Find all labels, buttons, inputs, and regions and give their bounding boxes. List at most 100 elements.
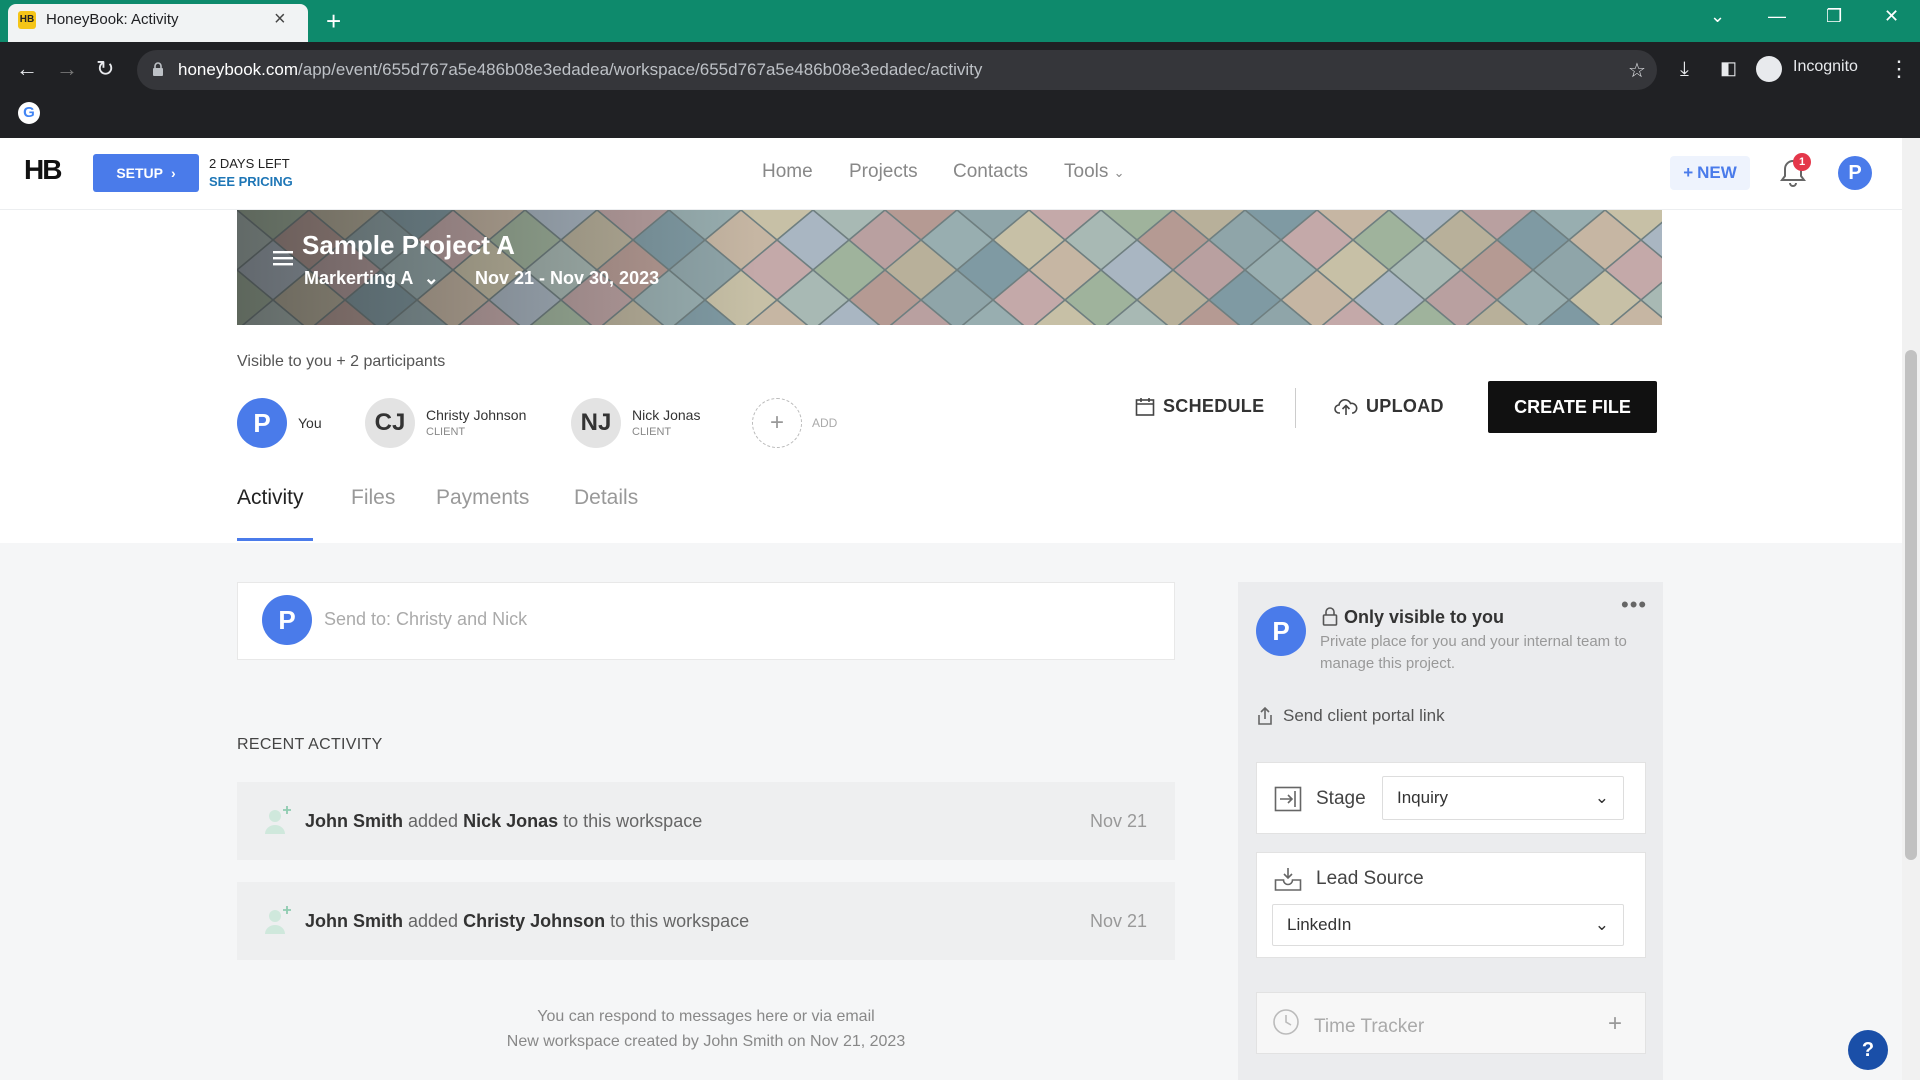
- upload-button[interactable]: UPLOAD: [1334, 396, 1444, 417]
- participant-role-nick: CLIENT: [632, 426, 672, 438]
- activity-text: John Smith added Nick Jonas to this work…: [305, 811, 702, 832]
- new-tab-icon[interactable]: +: [326, 6, 341, 37]
- activity-suffix: to this workspace: [610, 911, 750, 931]
- browser-menu-icon[interactable]: ⋮: [1888, 56, 1910, 82]
- restore-icon[interactable]: ❐: [1826, 6, 1842, 27]
- close-tab-icon[interactable]: ×: [274, 8, 286, 31]
- participant-name-christy: Christy Johnson: [426, 407, 527, 423]
- menu-icon[interactable]: [273, 250, 293, 266]
- clock-icon: [1272, 1008, 1300, 1036]
- close-window-icon[interactable]: ✕: [1884, 6, 1899, 27]
- see-pricing-link[interactable]: SEE PRICING: [209, 174, 293, 189]
- participant-name-you: You: [298, 415, 322, 431]
- chevron-down-icon: ⌄: [1113, 165, 1125, 180]
- forward-icon[interactable]: →: [56, 56, 78, 82]
- tab-files[interactable]: Files: [351, 486, 395, 510]
- back-icon[interactable]: ←: [16, 56, 38, 82]
- nav-tools[interactable]: Tools ⌄: [1064, 161, 1125, 183]
- workspace-created-note: New workspace created by John Smith on N…: [506, 1033, 906, 1050]
- minimize-icon[interactable]: —: [1768, 6, 1786, 27]
- project-category: Markerting A: [304, 268, 413, 288]
- schedule-label: SCHEDULE: [1163, 396, 1265, 416]
- activity-date: Nov 21: [1090, 811, 1148, 831]
- honeybook-favicon-icon: HB: [18, 11, 36, 29]
- chevron-down-icon: ⌄: [423, 268, 439, 288]
- more-options-icon[interactable]: •••: [1621, 592, 1647, 618]
- send-client-portal-link[interactable]: Send client portal link: [1283, 706, 1445, 726]
- tab-payments[interactable]: Payments: [436, 486, 529, 510]
- cloud-upload-icon: [1334, 397, 1358, 417]
- chevron-down-icon: ⌄: [1594, 788, 1609, 807]
- composer-placeholder[interactable]: Send to: Christy and Nick: [324, 609, 527, 630]
- create-file-button[interactable]: CREATE FILE: [1488, 381, 1657, 433]
- time-tracker-label: Time Tracker: [1314, 1016, 1425, 1037]
- inbox-download-icon: [1274, 866, 1302, 892]
- activity-verb: added: [408, 811, 459, 831]
- tab-details[interactable]: Details: [574, 486, 638, 510]
- setup-label: SETUP: [116, 165, 163, 181]
- add-user-icon: [263, 904, 293, 936]
- reload-icon[interactable]: ↻: [96, 56, 114, 82]
- tab-activity[interactable]: Activity: [237, 486, 304, 510]
- participant-avatar-you[interactable]: P: [237, 398, 287, 448]
- participant-avatar-christy[interactable]: CJ: [365, 398, 415, 448]
- stage-select[interactable]: Inquiry ⌄: [1382, 776, 1624, 820]
- download-icon[interactable]: ⤓: [1680, 58, 1689, 81]
- lead-source-select[interactable]: LinkedIn ⌄: [1272, 904, 1624, 946]
- activity-actor: John Smith: [305, 811, 403, 831]
- upload-label: UPLOAD: [1366, 396, 1444, 416]
- incognito-icon: [1756, 56, 1782, 82]
- nav-home[interactable]: Home: [762, 161, 813, 183]
- lead-source-label: Lead Source: [1316, 868, 1424, 889]
- stage-icon: [1274, 786, 1302, 812]
- scrollbar-thumb[interactable]: [1905, 350, 1917, 860]
- plus-icon: +: [1683, 163, 1694, 182]
- lead-source-value: LinkedIn: [1287, 915, 1352, 934]
- trial-days-left: 2 DAYS LEFT: [209, 156, 290, 171]
- lock-icon: [152, 62, 164, 77]
- user-avatar[interactable]: P: [1838, 156, 1872, 190]
- participant-name-nick: Nick Jonas: [632, 407, 701, 423]
- share-upload-icon: [1256, 706, 1274, 726]
- new-label: NEW: [1697, 163, 1737, 182]
- honeybook-logo[interactable]: HB: [24, 154, 62, 186]
- composer-avatar: P: [262, 595, 312, 645]
- bookmark-star-icon[interactable]: ☆: [1628, 58, 1646, 83]
- respond-note: You can respond to messages here or via …: [537, 1008, 875, 1025]
- calendar-icon: [1135, 397, 1155, 417]
- new-button[interactable]: + NEW: [1670, 156, 1750, 190]
- add-time-icon[interactable]: +: [1608, 1010, 1622, 1038]
- recent-activity-heading: RECENT ACTIVITY: [237, 736, 383, 753]
- activity-date: Nov 21: [1090, 911, 1148, 931]
- add-participant-label: ADD: [812, 416, 838, 430]
- active-tab-indicator: [237, 538, 313, 541]
- sidebar-avatar: P: [1256, 606, 1306, 656]
- project-dates[interactable]: Nov 21 - Nov 30, 2023: [475, 268, 659, 289]
- tab-search-chevron-icon[interactable]: ⌄: [1710, 6, 1725, 27]
- help-button[interactable]: ?: [1848, 1030, 1888, 1070]
- activity-target: Nick Jonas: [463, 811, 559, 831]
- participant-avatar-nick[interactable]: NJ: [571, 398, 621, 448]
- activity-actor: John Smith: [305, 911, 403, 931]
- google-bookmark-icon[interactable]: G: [18, 102, 40, 124]
- add-participant-button[interactable]: +: [752, 398, 802, 448]
- chevron-right-icon: ›: [171, 165, 176, 181]
- incognito-label[interactable]: Incognito: [1793, 58, 1858, 76]
- activity-verb: added: [408, 911, 459, 931]
- nav-tools-label: Tools: [1064, 161, 1109, 182]
- activity-suffix: to this workspace: [563, 811, 703, 831]
- chevron-down-icon: ⌄: [1594, 915, 1609, 934]
- project-title[interactable]: Sample Project A: [302, 230, 515, 261]
- participant-role-christy: CLIENT: [426, 426, 466, 438]
- lock-icon: [1322, 607, 1338, 626]
- side-panel-icon[interactable]: ◧: [1720, 58, 1737, 79]
- project-category-dropdown[interactable]: Markerting A ⌄: [304, 268, 439, 289]
- setup-button[interactable]: SETUP ›: [93, 154, 199, 192]
- schedule-button[interactable]: SCHEDULE: [1135, 396, 1264, 417]
- add-user-icon: [263, 804, 293, 836]
- nav-contacts[interactable]: Contacts: [953, 161, 1028, 183]
- notification-count-badge: 1: [1793, 153, 1811, 171]
- action-divider: [1295, 388, 1296, 428]
- only-visible-description: Private place for you and your internal …: [1320, 633, 1627, 672]
- nav-projects[interactable]: Projects: [849, 161, 918, 183]
